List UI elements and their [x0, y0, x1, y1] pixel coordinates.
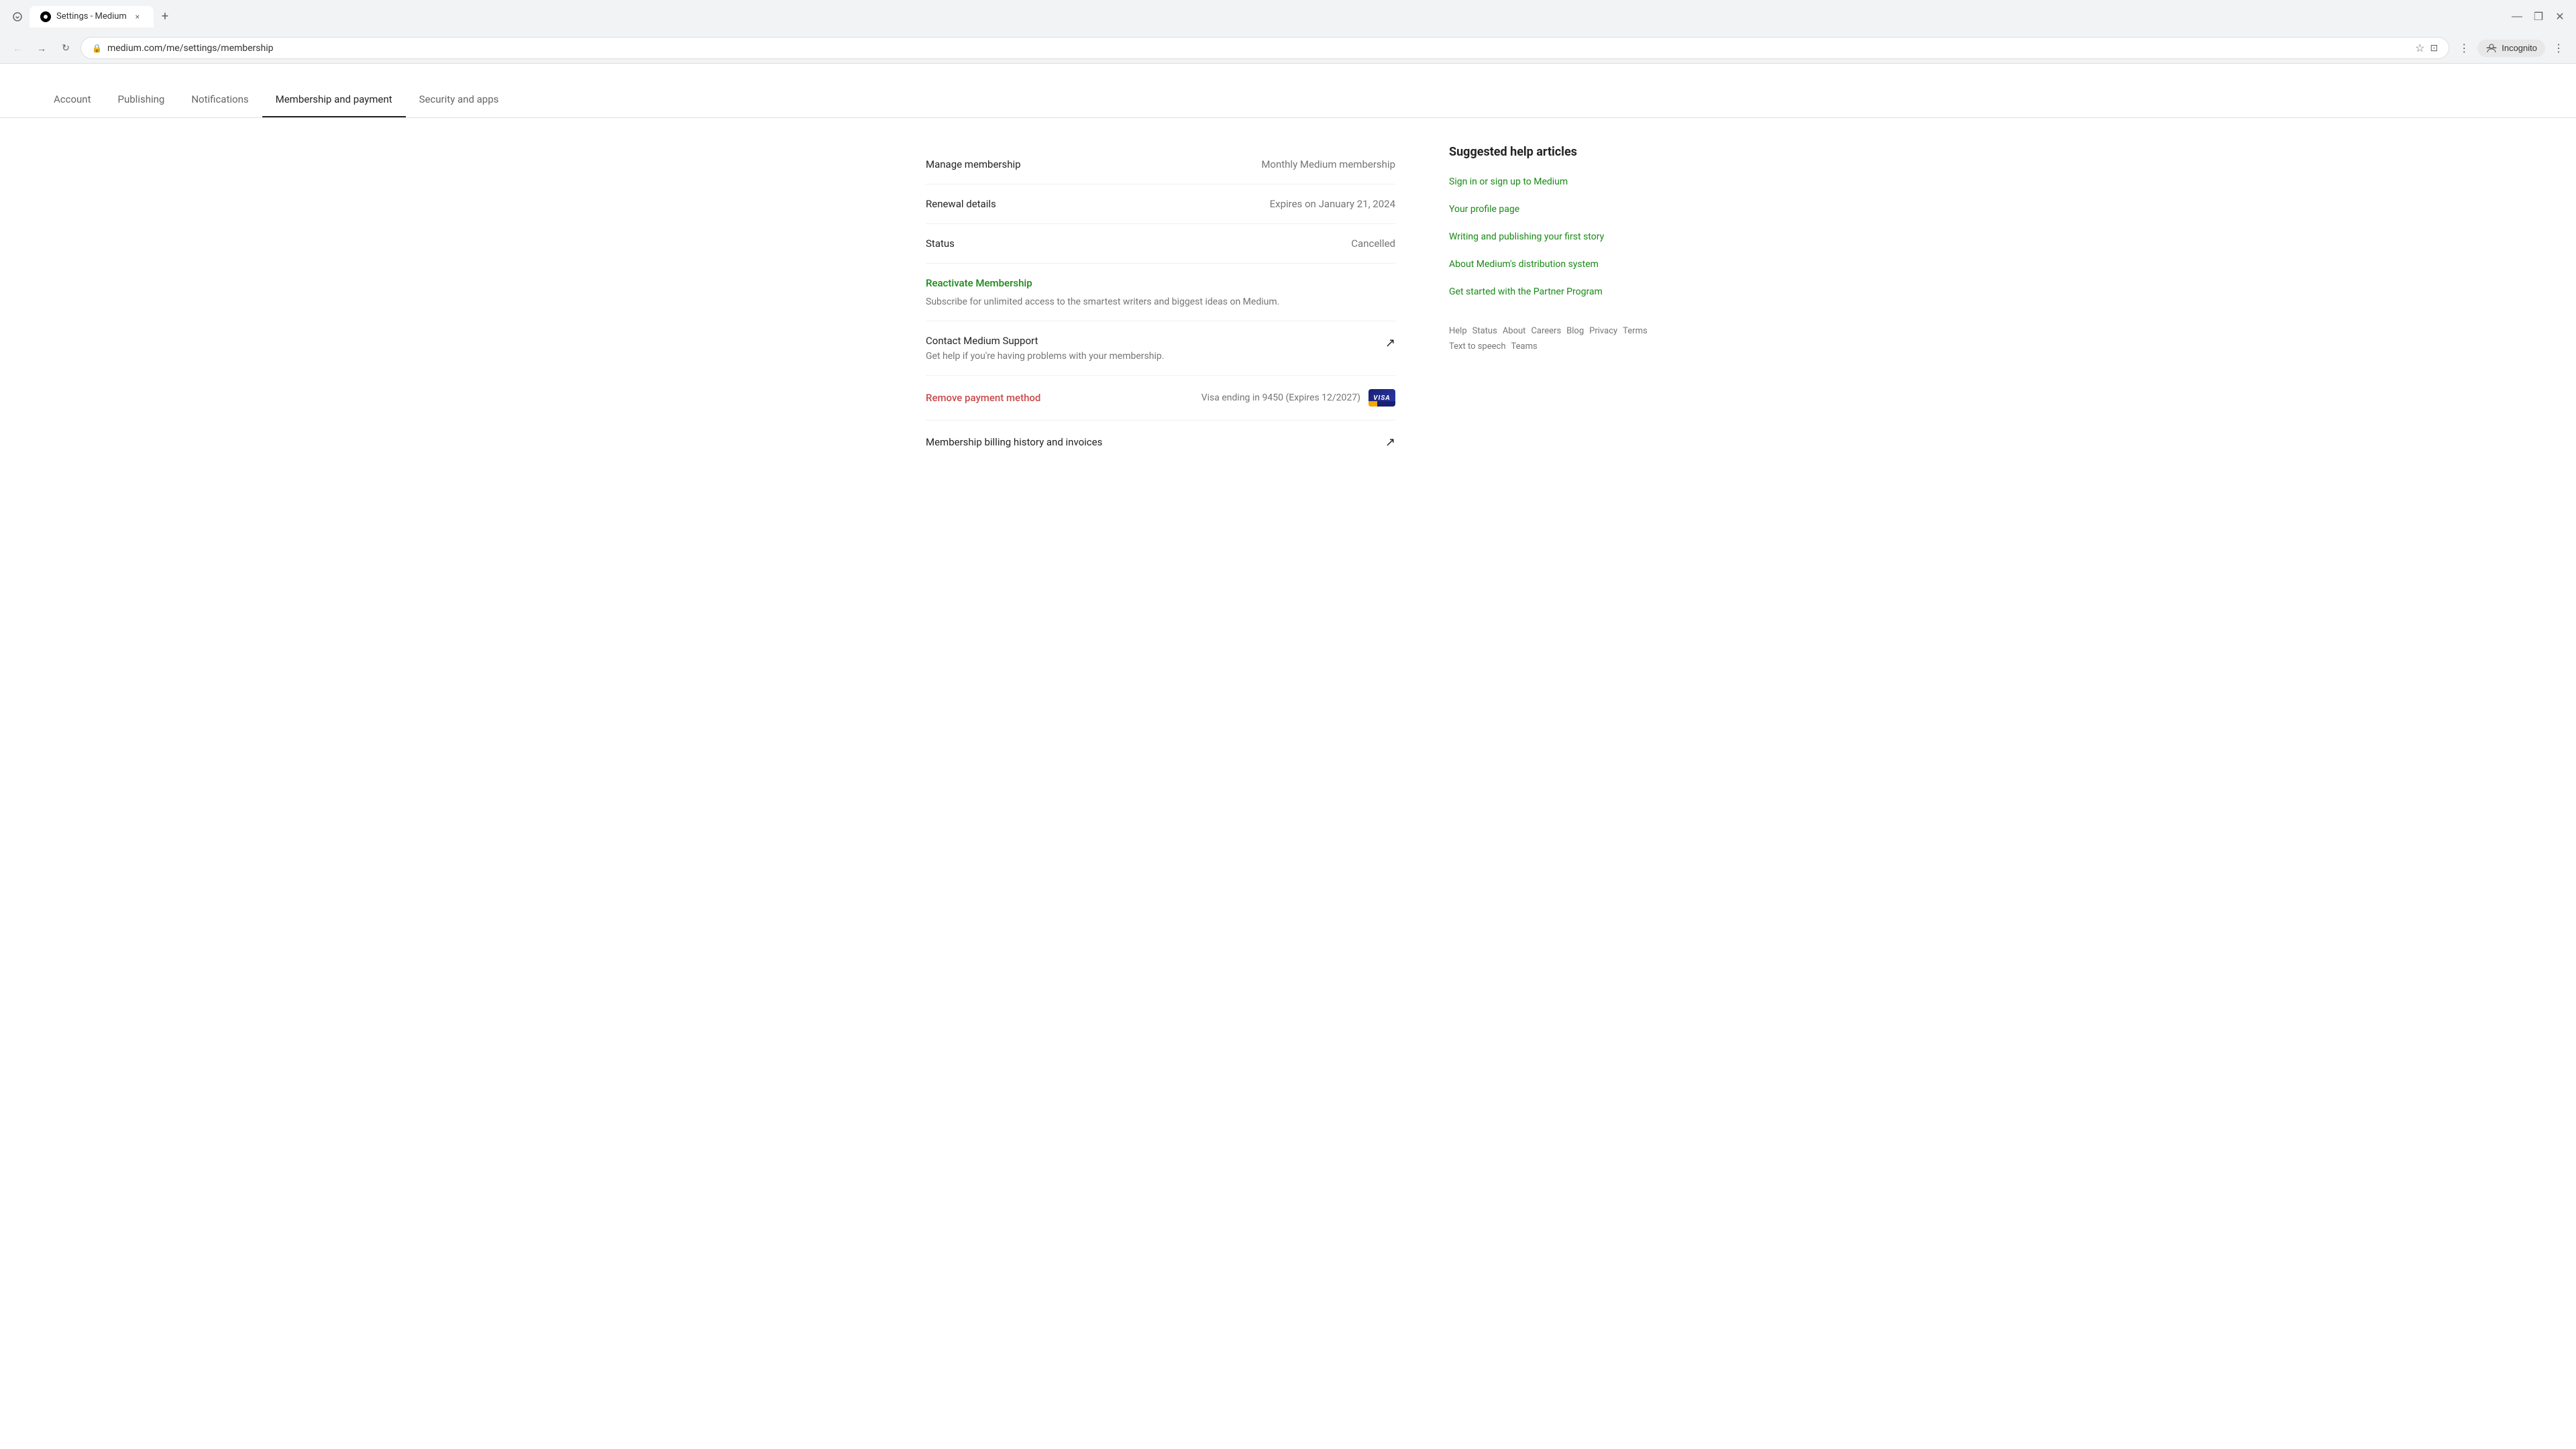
- minimize-button[interactable]: —: [2509, 9, 2525, 25]
- footer-careers[interactable]: Careers: [1531, 326, 1561, 336]
- window-controls: — ❐ ✕: [2509, 9, 2568, 25]
- main-container: Manage membership Monthly Medium members…: [885, 118, 1690, 490]
- extensions-button[interactable]: ⋮: [2455, 39, 2473, 58]
- browser-toolbar: ← → ↻ 🔒 medium.com/me/settings/membershi…: [0, 33, 2576, 63]
- billing-external-icon[interactable]: ↗: [1385, 435, 1395, 449]
- footer-status[interactable]: Status: [1472, 326, 1497, 336]
- footer-privacy[interactable]: Privacy: [1589, 326, 1617, 336]
- payment-info-text: Visa ending in 9450 (Expires 12/2027): [1201, 392, 1360, 403]
- settings-nav: Account Publishing Notifications Members…: [0, 64, 2576, 118]
- tab-close-button[interactable]: ×: [132, 11, 143, 22]
- renewal-value: Expires on January 21, 2024: [1270, 198, 1395, 210]
- tab-favicon: [40, 11, 51, 22]
- sidebar-toggle-icon[interactable]: ⊡: [2430, 43, 2438, 54]
- contact-support-content: Contact Medium Support Get help if you'r…: [926, 335, 1375, 362]
- visa-stripe: [1368, 401, 1395, 407]
- contact-support-row: Contact Medium Support Get help if you'r…: [926, 321, 1395, 376]
- visa-card: VISA: [1368, 389, 1395, 407]
- renewal-details-row: Renewal details Expires on January 21, 2…: [926, 184, 1395, 224]
- sidebar-link-writing[interactable]: Writing and publishing your first story: [1449, 230, 1650, 244]
- tab-membership[interactable]: Membership and payment: [262, 83, 406, 117]
- reactivate-subtitle: Subscribe for unlimited access to the sm…: [926, 297, 1279, 307]
- sidebar-link-distribution[interactable]: About Medium's distribution system: [1449, 258, 1650, 272]
- billing-history-row: Membership billing history and invoices …: [926, 421, 1395, 463]
- status-value: Cancelled: [1351, 237, 1395, 250]
- contact-support-subtitle: Get help if you're having problems with …: [926, 351, 1375, 362]
- menu-button[interactable]: ⋮: [2549, 39, 2568, 58]
- back-button[interactable]: ←: [8, 39, 27, 58]
- footer-teams[interactable]: Teams: [1511, 341, 1537, 352]
- address-url: medium.com/me/settings/membership: [107, 43, 2410, 54]
- reload-button[interactable]: ↻: [56, 39, 75, 58]
- incognito-button[interactable]: Incognito: [2477, 40, 2545, 57]
- forward-button[interactable]: →: [32, 39, 51, 58]
- remove-payment-link[interactable]: Remove payment method: [926, 392, 1060, 404]
- billing-history-title: Membership billing history and invoices: [926, 436, 1102, 448]
- footer-blog[interactable]: Blog: [1566, 326, 1584, 336]
- tab-security[interactable]: Security and apps: [406, 83, 513, 117]
- incognito-label: Incognito: [2502, 43, 2537, 53]
- footer-help[interactable]: Help: [1449, 326, 1467, 336]
- manage-membership-row: Manage membership Monthly Medium members…: [926, 145, 1395, 184]
- active-tab[interactable]: Settings - Medium ×: [30, 6, 154, 28]
- bookmark-icon[interactable]: ☆: [2415, 42, 2424, 54]
- sidebar: Suggested help articles Sign in or sign …: [1449, 145, 1650, 463]
- contact-support-title: Contact Medium Support: [926, 335, 1375, 347]
- window-close-button[interactable]: ✕: [2552, 9, 2568, 25]
- address-bar[interactable]: 🔒 medium.com/me/settings/membership ☆ ⊡: [80, 37, 2449, 59]
- address-lock-icon: 🔒: [92, 44, 102, 53]
- status-row: Status Cancelled: [926, 224, 1395, 264]
- footer-text-to-speech[interactable]: Text to speech: [1449, 341, 1505, 352]
- maximize-button[interactable]: ❐: [2530, 9, 2546, 25]
- tab-notifications[interactable]: Notifications: [178, 83, 262, 117]
- footer: Help Status About Careers Blog Privacy T…: [1449, 313, 1650, 365]
- incognito-icon: [2485, 42, 2498, 54]
- tab-group-button[interactable]: [8, 7, 27, 26]
- tab-publishing[interactable]: Publishing: [105, 83, 178, 117]
- footer-about[interactable]: About: [1503, 326, 1526, 336]
- visa-label: VISA: [1373, 394, 1391, 402]
- sidebar-link-partner[interactable]: Get started with the Partner Program: [1449, 285, 1650, 299]
- tab-account[interactable]: Account: [40, 83, 105, 117]
- reactivate-link[interactable]: Reactivate Membership: [926, 277, 1395, 289]
- payment-info: Visa ending in 9450 (Expires 12/2027) VI…: [1201, 389, 1395, 407]
- footer-terms[interactable]: Terms: [1623, 326, 1648, 336]
- payment-row: Remove payment method Visa ending in 945…: [926, 376, 1395, 421]
- tab-title: Settings - Medium: [56, 11, 127, 21]
- sidebar-link-profile[interactable]: Your profile page: [1449, 203, 1650, 217]
- contact-support-external-icon[interactable]: ↗: [1385, 336, 1395, 350]
- manage-membership-label: Manage membership: [926, 158, 1060, 170]
- toolbar-right: ⋮ Incognito ⋮: [2455, 39, 2568, 58]
- reactivate-section: Reactivate Membership Subscribe for unli…: [926, 264, 1395, 321]
- sidebar-link-sign-in[interactable]: Sign in or sign up to Medium: [1449, 175, 1650, 189]
- renewal-label: Renewal details: [926, 198, 1060, 210]
- status-label: Status: [926, 237, 1060, 250]
- manage-membership-value: Monthly Medium membership: [1261, 158, 1395, 170]
- new-tab-button[interactable]: +: [156, 4, 174, 29]
- settings-content: Manage membership Monthly Medium members…: [926, 145, 1395, 463]
- sidebar-title: Suggested help articles: [1449, 145, 1650, 159]
